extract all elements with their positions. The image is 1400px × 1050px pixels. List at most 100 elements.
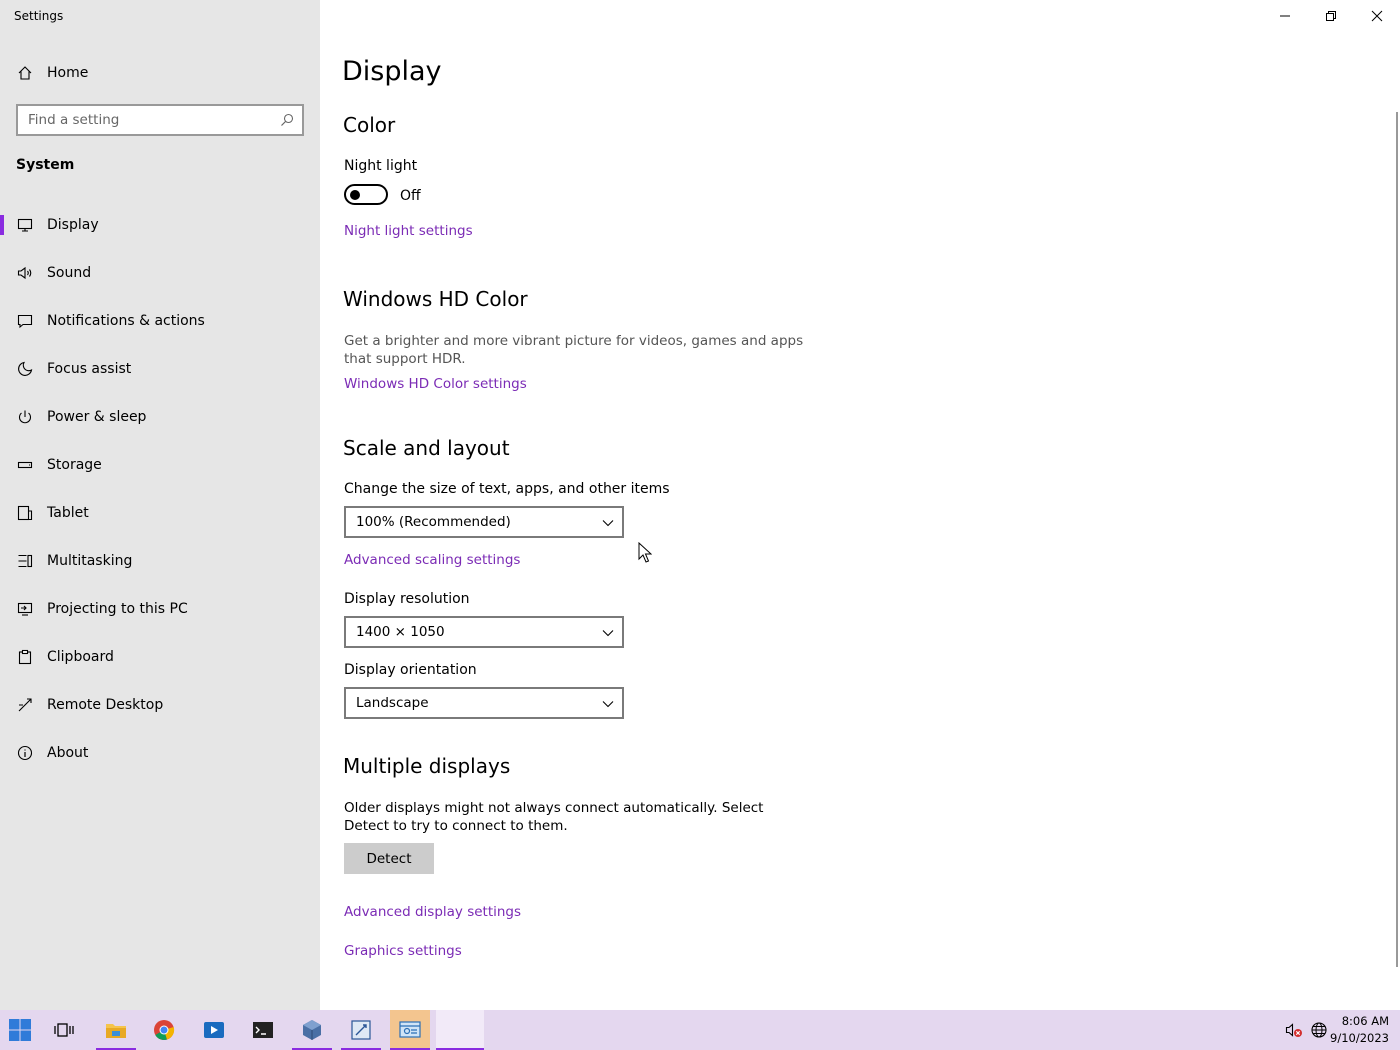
resolution-label: Display resolution	[344, 591, 470, 607]
monitor-icon	[16, 216, 34, 234]
clock-date: 9/10/2023	[1330, 1031, 1389, 1045]
sidebar-item-display[interactable]: Display	[0, 201, 320, 249]
hd-color-heading: Windows HD Color	[343, 287, 528, 311]
close-button[interactable]	[1354, 0, 1400, 32]
search-icon	[281, 113, 294, 126]
sidebar-item-label: Power & sleep	[47, 409, 147, 425]
scale-value: 100% (Recommended)	[356, 514, 511, 530]
tablet-icon	[16, 504, 34, 522]
orientation-dropdown[interactable]: Landscape	[344, 687, 624, 719]
sidebar-item-multitasking[interactable]: Multitasking	[0, 537, 320, 585]
advanced-scaling-link[interactable]: Advanced scaling settings	[344, 552, 520, 568]
taskbar-terminal[interactable]	[243, 1010, 283, 1050]
chevron-down-icon	[602, 701, 614, 708]
taskbar-media-player[interactable]	[194, 1010, 234, 1050]
hd-color-description: Get a brighter and more vibrant picture …	[344, 333, 804, 367]
remote-desktop-icon	[16, 696, 34, 714]
windows-logo-icon	[9, 1019, 31, 1041]
sidebar-item-power-sleep[interactable]: Power & sleep	[0, 393, 320, 441]
task-view-button[interactable]	[44, 1010, 84, 1050]
scale-label: Change the size of text, apps, and other…	[344, 481, 670, 497]
nav-list: Display Sound Notifications & actions Fo…	[0, 201, 320, 777]
terminal-icon	[253, 1022, 273, 1038]
virtualbox-icon	[303, 1020, 321, 1040]
sidebar-item-label: Tablet	[47, 505, 89, 521]
home-label: Home	[47, 65, 89, 81]
taskbar-file-explorer[interactable]	[96, 1010, 136, 1050]
app-title: Settings	[14, 9, 64, 23]
taskbar-chrome[interactable]	[144, 1010, 184, 1050]
chevron-down-icon	[602, 630, 614, 637]
settings-window-icon	[399, 1021, 421, 1038]
notification-icon	[16, 312, 34, 330]
sidebar-item-focus-assist[interactable]: Focus assist	[0, 345, 320, 393]
night-light-state: Off	[400, 188, 421, 204]
power-icon	[16, 408, 34, 426]
orientation-label: Display orientation	[344, 662, 477, 678]
clipboard-icon	[16, 648, 34, 666]
search-input[interactable]: Find a setting	[16, 104, 304, 136]
sidebar-item-label: Multitasking	[47, 553, 133, 569]
sidebar-item-remote-desktop[interactable]: Remote Desktop	[0, 681, 320, 729]
media-player-icon	[204, 1022, 224, 1038]
sidebar-item-notifications[interactable]: Notifications & actions	[0, 297, 320, 345]
home-nav-item[interactable]: Home	[0, 56, 320, 90]
graphics-settings-link[interactable]: Graphics settings	[344, 943, 462, 959]
network-globe-icon[interactable]	[1310, 1021, 1328, 1039]
start-button[interactable]	[0, 1010, 40, 1050]
resolution-dropdown[interactable]: 1400 × 1050	[344, 616, 624, 648]
sidebar-item-label: Sound	[47, 265, 92, 281]
restore-icon	[1326, 11, 1336, 21]
chrome-icon	[154, 1020, 175, 1040]
sidebar-item-label: Projecting to this PC	[47, 601, 188, 617]
clock-time: 8:06 AM	[1341, 1014, 1389, 1028]
mouse-cursor-icon	[638, 542, 652, 563]
folder-icon	[106, 1024, 126, 1038]
volume-muted-icon[interactable]	[1285, 1021, 1303, 1039]
sidebar-item-label: Remote Desktop	[47, 697, 164, 713]
sidebar-item-label: Notifications & actions	[47, 313, 205, 329]
hd-color-settings-link[interactable]: Windows HD Color settings	[344, 376, 527, 392]
taskbar-clock[interactable]: 8:06 AM 9/10/2023	[1330, 1013, 1389, 1047]
sidebar-item-label: About	[47, 745, 89, 761]
minimize-button[interactable]	[1262, 0, 1308, 32]
sidebar-item-projecting[interactable]: Projecting to this PC	[0, 585, 320, 633]
night-light-label: Night light	[344, 158, 418, 174]
editor-icon	[351, 1020, 371, 1040]
taskbar-settings[interactable]	[390, 1010, 430, 1050]
sidebar-item-tablet[interactable]: Tablet	[0, 489, 320, 537]
group-label: System	[16, 157, 75, 173]
sidebar-item-storage[interactable]: Storage	[0, 441, 320, 489]
sidebar-item-label: Storage	[47, 457, 102, 473]
taskbar-open-window[interactable]	[436, 1010, 484, 1050]
sidebar-item-clipboard[interactable]: Clipboard	[0, 633, 320, 681]
main-content: Display Color Night light Off Night ligh…	[320, 0, 1400, 1010]
advanced-display-settings-link[interactable]: Advanced display settings	[344, 904, 521, 920]
home-icon	[16, 64, 34, 82]
taskbar: 8:06 AM 9/10/2023	[0, 1010, 1400, 1050]
projecting-icon	[16, 600, 34, 618]
restore-button[interactable]	[1308, 0, 1354, 32]
task-view-icon	[54, 1023, 74, 1037]
night-light-toggle[interactable]	[344, 184, 388, 205]
color-heading: Color	[343, 113, 396, 137]
taskbar-editor[interactable]	[341, 1010, 381, 1050]
sidebar-item-sound[interactable]: Sound	[0, 249, 320, 297]
scale-dropdown[interactable]: 100% (Recommended)	[344, 506, 624, 538]
night-light-settings-link[interactable]: Night light settings	[344, 223, 473, 239]
taskbar-virtualbox[interactable]	[292, 1010, 332, 1050]
detect-button[interactable]: Detect	[344, 843, 434, 874]
search-placeholder: Find a setting	[28, 112, 120, 128]
sidebar: Settings Home Find a setting System Disp…	[0, 0, 320, 1010]
minimize-icon	[1280, 15, 1290, 17]
chevron-down-icon	[602, 520, 614, 527]
sidebar-item-label: Focus assist	[47, 361, 132, 377]
vertical-scrollbar[interactable]	[1396, 112, 1398, 967]
moon-icon	[16, 360, 34, 378]
sidebar-item-about[interactable]: About	[0, 729, 320, 777]
toggle-knob	[350, 189, 360, 200]
multiple-displays-heading: Multiple displays	[343, 754, 511, 778]
page-title: Display	[342, 56, 442, 87]
info-icon	[16, 744, 34, 762]
multiple-displays-description: Older displays might not always connect …	[344, 800, 764, 834]
